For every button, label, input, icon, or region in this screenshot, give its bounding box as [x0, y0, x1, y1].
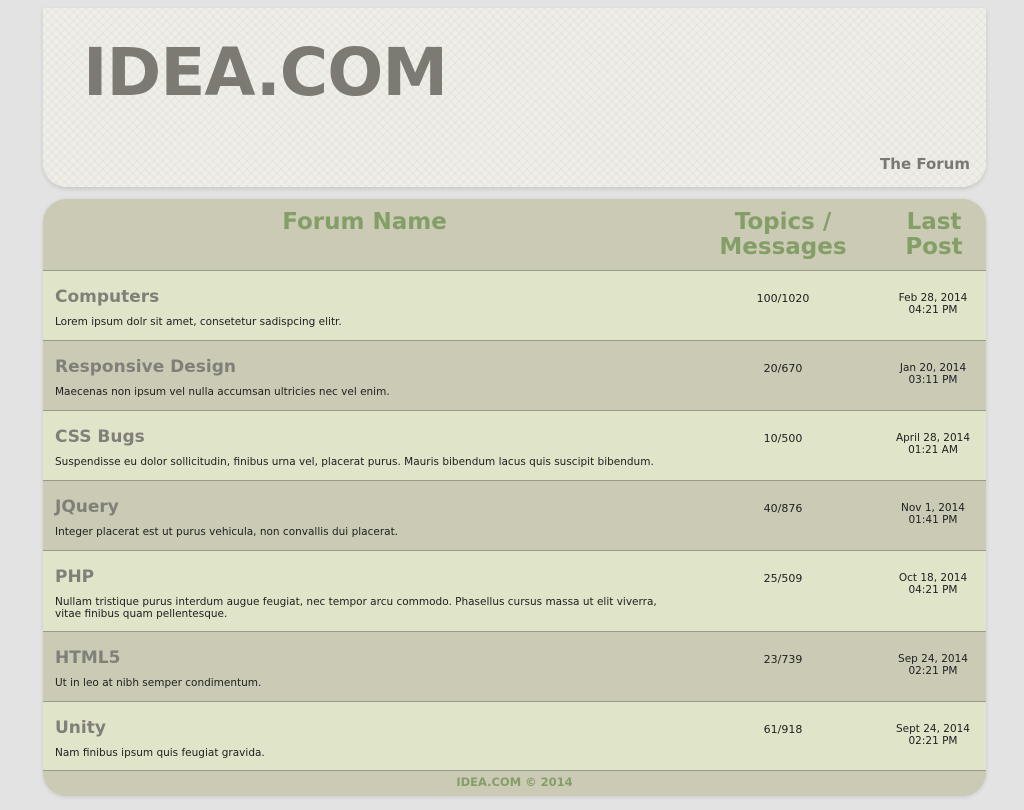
site-footer: IDEA.COM © 2014 — [43, 771, 986, 796]
table-row: PHP Nullam tristique purus interdum augu… — [43, 551, 986, 632]
last-post-date: Sep 24, 2014 — [898, 653, 968, 665]
table-row: Unity Nam finibus ipsum quis feugiat gra… — [43, 702, 986, 771]
site-subtitle: The Forum — [880, 155, 970, 173]
topics-messages-count: 23/739 — [763, 653, 803, 666]
last-post-datetime: April 28, 2014 01:21 AM — [883, 432, 983, 456]
table-row: JQuery Integer placerat est ut purus veh… — [43, 481, 986, 551]
last-post-date: Nov 1, 2014 — [901, 502, 965, 514]
last-post-datetime: Sep 24, 2014 02:21 PM — [883, 653, 983, 677]
topics-messages-count: 100/1020 — [756, 292, 810, 305]
table-row: HTML5 Ut in leo at nibh semper condiment… — [43, 632, 986, 702]
last-post-date: Oct 18, 2014 — [898, 572, 968, 584]
last-post-datetime: Nov 1, 2014 01:41 PM — [883, 502, 983, 526]
last-post-date: April 28, 2014 — [895, 432, 971, 444]
forum-link-html5[interactable]: HTML5 — [55, 648, 120, 668]
forum-description: Lorem ipsum dolr sit amet, consetetur sa… — [55, 316, 342, 328]
forum-link-css-bugs[interactable]: CSS Bugs — [55, 427, 145, 447]
last-post-date: Sept 24, 2014 — [895, 723, 970, 735]
last-post-datetime: Jan 20, 2014 03:11 PM — [883, 362, 983, 386]
last-post-time: 01:21 AM — [908, 444, 958, 456]
last-post-time: 04:21 PM — [908, 304, 958, 316]
forum-description: Ut in leo at nibh semper condimentum. — [55, 677, 262, 689]
forum-link-computers[interactable]: Computers — [55, 287, 159, 307]
forum-description: Nam finibus ipsum quis feugiat gravida. — [55, 747, 265, 759]
topics-messages-count: 40/876 — [763, 502, 803, 515]
site-logo-title[interactable]: IDEA.COM — [83, 40, 448, 106]
column-header-forum-name: Forum Name — [282, 209, 447, 235]
topics-messages-count: 25/509 — [763, 572, 803, 585]
forum-description: Suspendisse eu dolor sollicitudin, finib… — [55, 456, 654, 468]
last-post-time: 03:11 PM — [908, 374, 958, 386]
site-header: IDEA.COM The Forum — [43, 8, 986, 187]
forum-description: Maecenas non ipsum vel nulla accumsan ul… — [55, 386, 390, 398]
topics-messages-count: 20/670 — [763, 362, 803, 375]
forum-description: Nullam tristique purus interdum augue fe… — [55, 596, 657, 620]
column-header-last-post: Last Post — [905, 209, 963, 260]
last-post-datetime: Feb 28, 2014 04:21 PM — [883, 292, 983, 316]
forum-description: Integer placerat est ut purus vehicula, … — [55, 526, 399, 538]
last-post-time: 02:21 PM — [908, 665, 958, 677]
table-row: Computers Lorem ipsum dolr sit amet, con… — [43, 271, 986, 341]
last-post-datetime: Oct 18, 2014 04:21 PM — [883, 572, 983, 596]
table-row: Responsive Design Maecenas non ipsum vel… — [43, 341, 986, 411]
last-post-time: 02:21 PM — [908, 735, 958, 747]
last-post-date: Feb 28, 2014 — [898, 292, 968, 304]
last-post-datetime: Sept 24, 2014 02:21 PM — [883, 723, 983, 747]
forum-table: Forum Name Topics / Messages Last Post Com… — [43, 199, 986, 796]
table-header: Forum Name Topics / Messages Last Post — [43, 199, 986, 271]
last-post-time: 01:41 PM — [908, 514, 958, 526]
topics-messages-count: 61/918 — [763, 723, 803, 736]
table-row: CSS Bugs Suspendisse eu dolor sollicitud… — [43, 411, 986, 481]
forum-link-responsive-design[interactable]: Responsive Design — [55, 357, 236, 377]
forum-link-unity[interactable]: Unity — [55, 718, 106, 738]
last-post-date: Jan 20, 2014 — [899, 362, 967, 374]
forum-link-php[interactable]: PHP — [55, 567, 94, 587]
forum-link-jquery[interactable]: JQuery — [55, 497, 119, 517]
topics-messages-count: 10/500 — [763, 432, 803, 445]
column-header-topics-messages: Topics / Messages — [719, 209, 847, 260]
last-post-time: 04:21 PM — [908, 584, 958, 596]
